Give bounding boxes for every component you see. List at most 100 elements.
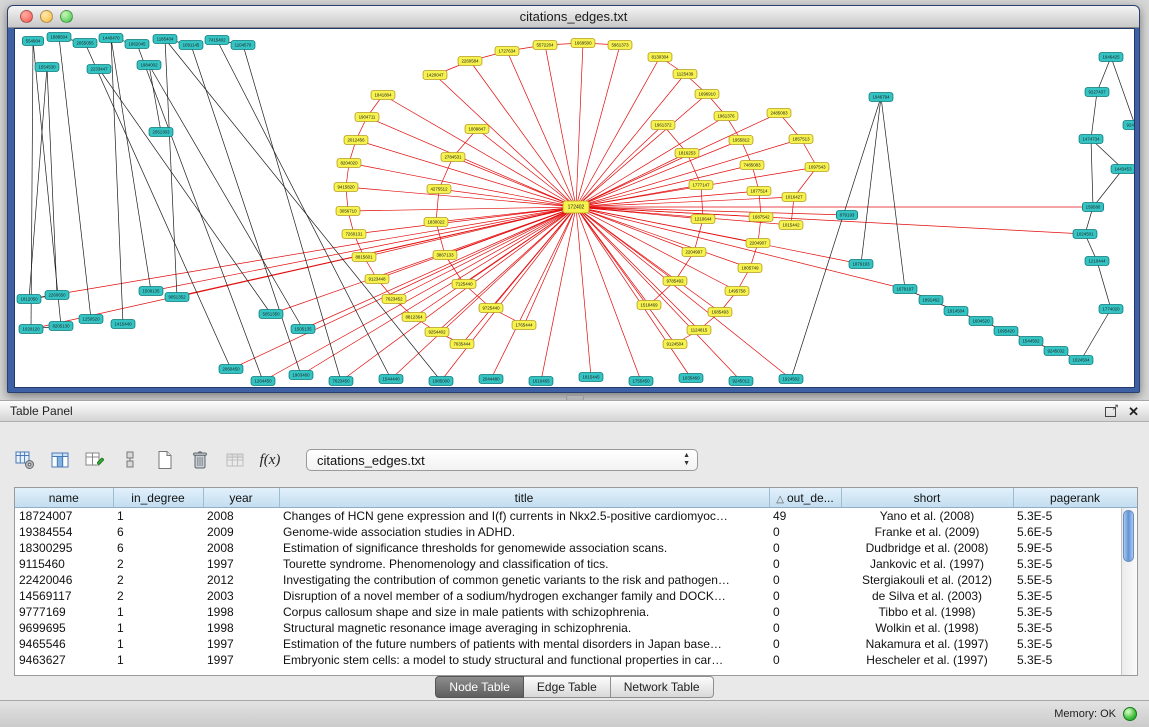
graph-node[interactable]: 1891462 (919, 296, 943, 305)
graph-node[interactable]: 159580 (1082, 203, 1103, 212)
graph-node[interactable]: 1124815 (687, 326, 711, 335)
table-row[interactable]: 946554611997Estimation of the future num… (15, 636, 1137, 652)
column-header-short[interactable]: short (841, 488, 1013, 508)
graph-node[interactable]: 1904711 (355, 113, 379, 122)
graph-node[interactable]: 1946794 (869, 93, 893, 102)
column-header-in_degree[interactable]: in_degree (113, 488, 203, 508)
graph-node[interactable]: 8205130 (49, 322, 73, 331)
graph-node[interactable]: 1009847 (465, 125, 489, 134)
graph-node[interactable]: 1095420 (994, 327, 1018, 336)
graph-node[interactable]: 7260131 (342, 230, 366, 239)
graph-node[interactable]: 2051303 (149, 128, 173, 137)
graph-node[interactable]: 1985000 (429, 377, 453, 386)
column-header-out_de[interactable]: △out_de... (769, 488, 841, 508)
graph-node[interactable]: 1696910 (695, 90, 719, 99)
graph-node[interactable]: 1125439 (673, 70, 697, 79)
graph-node[interactable]: 2260650 (45, 291, 69, 300)
tab-network-table[interactable]: Network Table (611, 676, 714, 698)
graph-node[interactable]: 1495758 (725, 287, 749, 296)
graph-node[interactable]: 9051352 (165, 293, 189, 302)
graph-node[interactable]: 1544502 (1019, 337, 1043, 346)
graph-node[interactable]: 1554530 (35, 63, 59, 72)
graph-node[interactable]: 1914504 (944, 307, 968, 316)
graph-node[interactable]: 172402 (563, 201, 589, 213)
graph-node[interactable]: 2260584 (458, 57, 482, 66)
table-row[interactable]: 1938455462009Genome-wide association stu… (15, 524, 1137, 540)
graph-node[interactable]: 2233447 (87, 65, 111, 74)
graph-node[interactable]: 1097543 (805, 163, 829, 172)
graph-node[interactable]: 5572204 (533, 41, 557, 50)
graph-node[interactable]: 2784531 (441, 153, 465, 162)
graph-node[interactable]: 1946425 (1099, 53, 1123, 62)
graph-node[interactable]: 9124504 (663, 340, 687, 349)
graph-node[interactable]: 1830022 (424, 218, 448, 227)
graph-node[interactable]: 3867133 (433, 251, 457, 260)
float-panel-icon[interactable]: ↗ (1105, 406, 1118, 417)
graph-node[interactable]: 1727634 (495, 47, 519, 56)
graph-node[interactable]: 1841804 (371, 91, 395, 100)
graph-node[interactable]: 8130304 (648, 53, 672, 62)
graph-node[interactable]: 1035460 (679, 374, 703, 383)
minimize-window-button[interactable] (40, 10, 53, 23)
graph-node[interactable]: 2485083 (767, 109, 791, 118)
graph-node[interactable]: 1805749 (738, 264, 762, 273)
column-header-title[interactable]: title (279, 488, 769, 508)
graph-node[interactable]: 1879193 (849, 260, 873, 269)
graph-node[interactable]: 1816253 (675, 149, 699, 158)
graph-node[interactable]: 1024501 (1073, 230, 1097, 239)
graph-node[interactable]: 9123448 (365, 275, 389, 284)
graph-node[interactable]: 1250520 (79, 315, 103, 324)
graph-node[interactable]: 7125440 (452, 280, 476, 289)
graph-node[interactable]: 9785492 (663, 277, 687, 286)
graph-node[interactable]: 1518469 (637, 301, 661, 310)
new-table-icon[interactable] (152, 447, 178, 473)
graph-node[interactable]: 1984002 (137, 61, 161, 70)
table-row[interactable]: 969969511998Structural magnetic resonanc… (15, 620, 1137, 636)
graph-node[interactable]: 1024504 (1069, 356, 1093, 365)
graph-node[interactable]: 1685493 (708, 308, 732, 317)
graph-node[interactable]: 9247474 (1123, 121, 1134, 130)
graph-node[interactable]: 1415440 (111, 320, 135, 329)
show-columns-icon[interactable] (47, 447, 73, 473)
graph-node[interactable]: 9245032 (1044, 347, 1068, 356)
tab-edge-table[interactable]: Edge Table (524, 676, 611, 698)
graph-node[interactable]: 8815601 (352, 253, 376, 262)
graph-node[interactable]: 8204020 (337, 159, 361, 168)
graph-node[interactable]: 1961372 (651, 121, 675, 130)
graph-node[interactable]: 9254402 (425, 328, 449, 337)
graph-node[interactable]: 2044480 (479, 375, 503, 384)
graph-node[interactable]: 8812364 (402, 313, 426, 322)
graph-node[interactable]: 9725440 (479, 304, 503, 313)
graph-node[interactable]: 1857513 (789, 135, 813, 144)
close-window-button[interactable] (20, 10, 33, 23)
graph-node[interactable]: 7415402 (205, 36, 229, 45)
graph-node[interactable]: 1755450 (629, 377, 653, 386)
graph-node[interactable]: 1604520 (969, 317, 993, 326)
close-panel-icon[interactable]: ✕ (1128, 405, 1139, 418)
table-row[interactable]: 1872400712008Changes of HCN gene express… (15, 508, 1137, 525)
graph-node[interactable]: 1924502 (779, 375, 803, 384)
graph-node[interactable]: 1210644 (691, 215, 715, 224)
zoom-window-button[interactable] (60, 10, 73, 23)
table-row[interactable]: 911546021997Tourette syndrome. Phenomeno… (15, 556, 1137, 572)
graph-node[interactable]: 3056710 (336, 207, 360, 216)
graph-node[interactable]: 1210444 (1085, 257, 1109, 266)
graph-node[interactable]: 1091145 (179, 41, 203, 50)
graph-node[interactable]: 1774020 (1099, 305, 1123, 314)
graph-node[interactable]: 1015442 (779, 221, 803, 230)
table-row[interactable]: 2242004622012Investigating the contribut… (15, 572, 1137, 588)
graph-node[interactable]: 2055055 (73, 39, 97, 48)
graph-node[interactable]: 1812050 (17, 295, 41, 304)
graph-node[interactable]: 1185404 (153, 35, 177, 44)
graph-node[interactable]: 2012456 (344, 136, 368, 145)
column-header-year[interactable]: year (203, 488, 279, 508)
table-selector-combo[interactable]: citations_edges.txt ▲ ▼ (306, 449, 698, 471)
graph-node[interactable]: 1669500 (571, 39, 595, 48)
scrollbar-thumb[interactable] (1123, 510, 1134, 562)
table-row[interactable]: 1830029562008Estimation of significance … (15, 540, 1137, 556)
graph-node[interactable]: 1616465 (529, 377, 553, 386)
column-header-name[interactable]: name (15, 488, 113, 508)
network-graph-canvas[interactable]: 1724021841804190471120124568204020941582… (15, 29, 1134, 387)
function-builder-icon[interactable]: f(x) (257, 447, 283, 473)
graph-node[interactable]: 1777147 (689, 181, 713, 190)
